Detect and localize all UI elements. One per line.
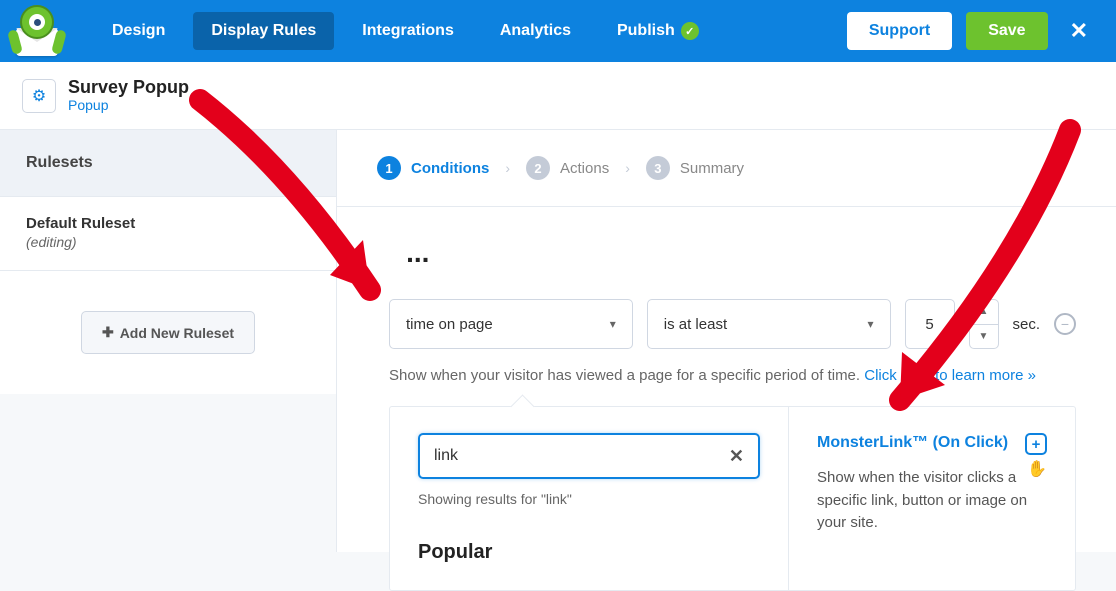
dropdown-search-pane: ✕ Showing results for "link" Popular (390, 407, 789, 590)
seconds-input[interactable]: 5 (905, 299, 955, 349)
chevron-down-icon: ▾ (867, 317, 873, 331)
main-content: 1 Conditions › 2 Actions › 3 Summary If.… (337, 130, 1116, 552)
rule-row: time on page ▾ is at least ▾ 5 ▲ ▼ sec. … (389, 299, 1076, 349)
support-button[interactable]: Support (847, 12, 952, 50)
step-number-1: 1 (377, 156, 401, 180)
select-value: time on page (406, 316, 493, 333)
step-number-3: 3 (646, 156, 670, 180)
primary-nav: Design Display Rules Integrations Analyt… (94, 12, 717, 50)
campaign-type: Popup (68, 97, 189, 113)
sidebar-heading: Rulesets (0, 130, 336, 197)
nav-analytics[interactable]: Analytics (482, 12, 589, 50)
rule-hint: Show when your visitor has viewed a page… (389, 367, 1076, 384)
add-ruleset-button[interactable]: ✚ Add New Ruleset (81, 311, 255, 354)
monsterlink-title: MonsterLink™ (On Click) (817, 433, 1008, 453)
campaign-header: ⚙ Survey Popup Popup (0, 62, 1116, 130)
seconds-label: sec. (1013, 316, 1041, 333)
search-box[interactable]: ✕ (418, 433, 760, 479)
condition-dropdown-panel: ✕ Showing results for "link" Popular Mon… (389, 406, 1076, 591)
step-conditions[interactable]: 1 Conditions (377, 156, 489, 180)
spinner-up[interactable]: ▲ (970, 300, 998, 325)
condition-operator-select[interactable]: is at least ▾ (647, 299, 891, 349)
add-ruleset-label: Add New Ruleset (120, 325, 234, 341)
ruleset-item[interactable]: Default Ruleset (editing) (0, 197, 336, 271)
learn-more-link[interactable]: Click here to learn more » (864, 367, 1036, 384)
spinner-down[interactable]: ▼ (970, 325, 998, 349)
heading-tail: ... (406, 237, 429, 268)
save-button[interactable]: Save (966, 12, 1047, 50)
step-label-summary: Summary (680, 160, 744, 177)
monsterlink-description: Show when the visitor clicks a specific … (817, 467, 1047, 535)
results-for-label: Showing results for "link" (418, 491, 760, 507)
popular-heading: Popular (418, 541, 760, 564)
chevron-down-icon: ▾ (610, 317, 616, 331)
nav-right: Support Save ✕ (847, 12, 1096, 50)
chevron-right-icon: › (505, 160, 510, 176)
search-input[interactable] (434, 447, 729, 465)
nav-publish[interactable]: Publish ✓ (599, 12, 717, 50)
campaign-title: Survey Popup (68, 78, 189, 98)
top-nav-bar: Design Display Rules Integrations Analyt… (0, 0, 1116, 62)
step-label-conditions: Conditions (411, 160, 489, 177)
number-spinner: ▲ ▼ (969, 299, 999, 349)
ruleset-editing-label: (editing) (26, 234, 310, 250)
clear-search-icon[interactable]: ✕ (729, 446, 744, 467)
condition-type-select[interactable]: time on page ▾ (389, 299, 633, 349)
plus-icon: ✚ (102, 324, 114, 341)
app-logo (10, 4, 64, 58)
nav-publish-label: Publish (617, 22, 675, 40)
hint-text: Show when your visitor has viewed a page… (389, 367, 864, 384)
ruleset-title: Default Ruleset (26, 215, 310, 232)
step-indicator: 1 Conditions › 2 Actions › 3 Summary (337, 130, 1116, 207)
nav-design[interactable]: Design (94, 12, 183, 50)
nav-display-rules[interactable]: Display Rules (193, 12, 334, 50)
select-value: is at least (664, 316, 727, 333)
section-heading: If... (389, 237, 1076, 269)
step-actions[interactable]: 2 Actions (526, 156, 609, 180)
close-icon[interactable]: ✕ (1062, 18, 1096, 44)
step-summary[interactable]: 3 Summary (646, 156, 744, 180)
step-number-2: 2 (526, 156, 550, 180)
cursor-icon: ✋ (1027, 459, 1047, 479)
remove-rule-icon[interactable]: − (1054, 313, 1076, 335)
step-label-actions: Actions (560, 160, 609, 177)
add-condition-button[interactable]: + (1025, 433, 1047, 455)
sidebar: Rulesets Default Ruleset (editing) ✚ Add… (0, 130, 337, 552)
gear-icon[interactable]: ⚙ (22, 79, 56, 113)
chevron-right-icon: › (625, 160, 630, 176)
check-icon: ✓ (681, 22, 699, 40)
nav-integrations[interactable]: Integrations (344, 12, 472, 50)
dropdown-detail-pane: MonsterLink™ (On Click) + ✋ Show when th… (789, 407, 1075, 590)
